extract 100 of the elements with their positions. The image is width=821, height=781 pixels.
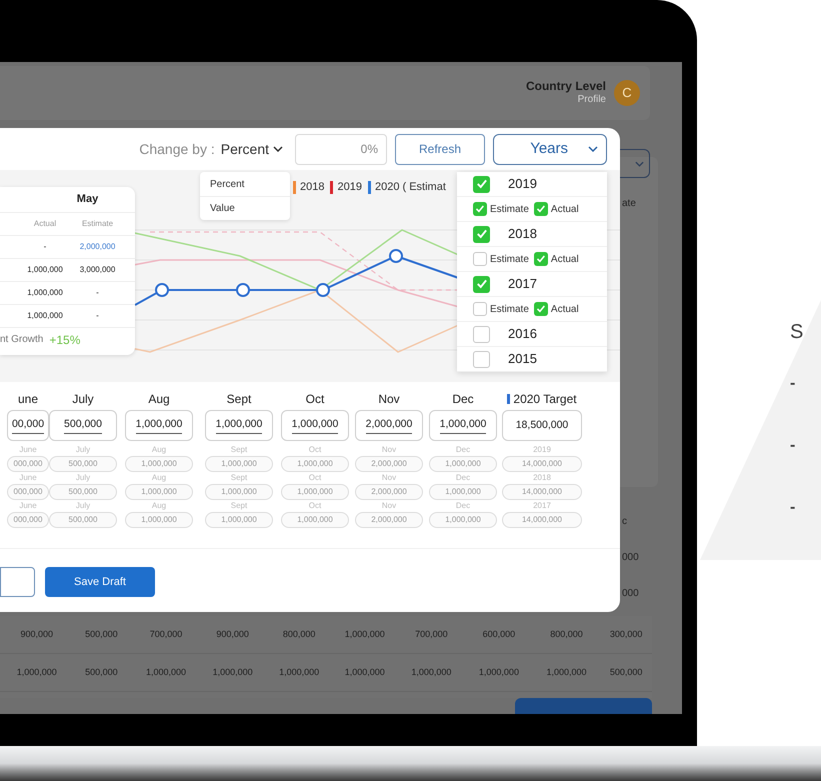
history-value: 1,000,000 [429,512,497,528]
data-point [236,283,250,297]
checked-checkbox[interactable] [534,302,548,316]
history-label: July [74,472,92,484]
amount-field[interactable]: 1,000,000 [125,410,193,441]
mode-dropdown[interactable]: Percent [220,138,283,160]
history-value: 500,000 [49,512,117,528]
amount-field[interactable]: 1,000,000 [281,410,349,441]
month-label: Aug [148,391,170,408]
history-value: 1,000,000 [281,484,349,500]
data-point [389,249,403,263]
table-cell-text: 1,000,000 [478,666,520,679]
years-dropdown[interactable]: Years [493,134,607,164]
table-cell-text: 1,000,000 [144,666,188,679]
menu-item[interactable]: Percent [200,172,290,196]
amount-field[interactable]: 00,000 [7,410,49,441]
table-cell-text: 1,000,000 [545,666,588,679]
outline-button[interactable] [0,567,35,597]
history-label: Dec [454,444,472,456]
data-point [155,283,169,297]
checkbox[interactable] [473,302,487,316]
table-cell-text: 1,000,000 [16,666,58,679]
table-cell-text: - [95,287,100,299]
table-cell-text: 1,000,000 [410,666,452,679]
amount-field[interactable]: 500,000 [49,410,117,441]
table-cell-text: 800,000 [549,628,584,641]
amount-field[interactable]: 2,000,000 [355,410,423,441]
checked-checkbox[interactable] [473,202,487,216]
percent-input[interactable]: 0% [295,134,387,164]
checked-checkbox[interactable] [473,226,490,242]
tooltip-title: May [76,192,100,208]
save-draft-button[interactable]: Save Draft [45,567,155,597]
option-label: Estimate [490,202,529,216]
chevron-down-icon [635,160,644,166]
month-label: 2020 Target [513,391,577,408]
column-header: Actual [32,218,58,230]
year-label: 2017 [508,275,537,294]
checked-checkbox[interactable] [534,252,548,266]
checked-checkbox[interactable] [534,202,548,216]
history-value: 2,000,000 [355,456,423,472]
check-icon [536,204,546,214]
history-label: Nov [380,472,398,484]
history-value: 1,000,000 [281,512,349,528]
history-value: 1,000,000 [125,512,193,528]
history-label: Sept [230,444,248,456]
history-label: Sept [230,500,248,512]
history-value: 000,000 [7,484,49,500]
table-cell-text: 900,000 [215,628,250,641]
history-value: 1,000,000 [281,456,349,472]
checkbox[interactable] [473,252,487,266]
table-cell-text: 500,000 [608,666,644,679]
check-icon [536,304,546,314]
history-value: 14,000,000 [502,484,582,500]
table-header-text: 000 [622,551,639,565]
amount-field[interactable]: 1,000,000 [205,410,273,441]
month-label: Nov [378,391,400,408]
checkbox[interactable] [473,350,490,368]
history-label: Dec [454,472,472,484]
legend-label: 2019 [337,180,362,195]
history-value: 1,000,000 [429,456,497,472]
history-value: 1,000,000 [429,484,497,500]
checked-checkbox[interactable] [473,276,490,292]
history-label: Nov [380,444,398,456]
history-label: June [18,500,38,512]
history-value: 500,000 [49,456,117,472]
profile-role: Profile [578,94,606,107]
history-label: Oct [308,472,322,484]
checked-checkbox[interactable] [473,176,490,192]
table-cell-text: 1,000,000 [212,666,254,679]
table-header-text: 000 [622,587,639,601]
amount-field[interactable]: 1,000,000 [429,410,497,441]
change-by-label: Change by : [139,140,215,159]
refresh-button[interactable]: Refresh [395,134,485,164]
table-cell-text: 500,000 [84,666,119,679]
history-value: 14,000,000 [502,512,582,528]
month-label: une [18,391,38,408]
history-value: 1,000,000 [205,484,273,500]
history-label: 2017 [532,500,552,512]
profile-name: Country Level [526,79,606,94]
check-icon [536,254,546,264]
history-label: 2019 [532,444,552,456]
history-label: Nov [380,500,398,512]
option-label: Estimate [490,252,529,266]
table-cell-text: 1,000,000 [26,287,64,299]
option-label: Actual [550,202,579,216]
amount-field[interactable]: 18,500,000 [502,410,582,441]
checkbox[interactable] [473,326,490,342]
history-label: Sept [230,472,248,484]
history-label: June [18,444,38,456]
history-value: 500,000 [49,484,117,500]
month-label: Sept [226,391,252,408]
history-value: 1,000,000 [205,456,273,472]
table-cell-text: 800,000 [282,628,316,641]
table-cell-text: - [42,241,48,253]
menu-item[interactable]: Value [200,196,290,220]
target-marker [507,394,510,404]
year-label: 2018 [508,225,537,244]
history-label: Aug [150,500,168,512]
history-label: Aug [150,444,168,456]
table-cell-text: 1,000,000 [26,264,64,276]
